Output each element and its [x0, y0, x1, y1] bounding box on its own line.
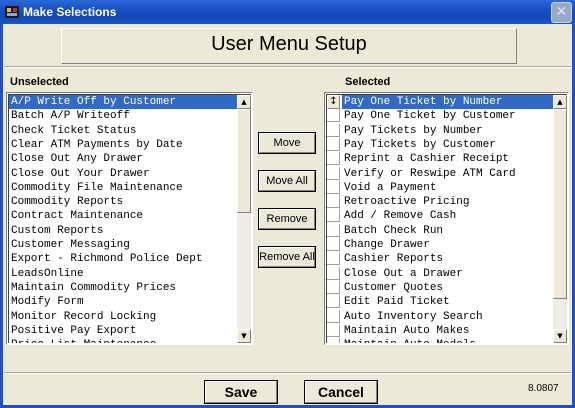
- unselected-label: Unselected: [10, 76, 69, 88]
- list-item[interactable]: Commodity File Maintenance: [9, 181, 237, 195]
- list-item[interactable]: Verify or Reswipe ATM Card: [342, 167, 553, 181]
- title-bar: Make Selections ✕: [0, 0, 575, 24]
- scrollbar[interactable]: ▲ ▼: [237, 95, 251, 343]
- row-checkbox[interactable]: [327, 295, 340, 309]
- list-item[interactable]: Pay Tickets by Customer: [342, 138, 553, 152]
- row-checkbox[interactable]: [327, 252, 340, 266]
- move-all-button[interactable]: Move All: [258, 170, 316, 192]
- list-item[interactable]: Customer Quotes: [342, 281, 553, 295]
- row-checkbox[interactable]: [327, 338, 340, 343]
- list-item[interactable]: Cashier Reports: [342, 252, 553, 266]
- list-item[interactable]: LeadsOnline: [9, 267, 237, 281]
- row-checkbox[interactable]: [327, 152, 340, 166]
- save-button[interactable]: Save: [204, 380, 278, 404]
- list-item[interactable]: Void a Payment: [342, 181, 553, 195]
- selected-list[interactable]: ↕ Pay One Ticket by Number Pay One Ticket …: [324, 92, 569, 345]
- list-item[interactable]: Pay Tickets by Number: [342, 124, 553, 138]
- list-item[interactable]: Customer Messaging: [9, 238, 237, 252]
- footer-divider: [4, 372, 571, 374]
- list-item[interactable]: Close Out Your Drawer: [9, 167, 237, 181]
- list-item[interactable]: Positive Pay Export: [9, 324, 237, 338]
- list-item[interactable]: Export - Richmond Police Dept: [9, 252, 237, 266]
- scroll-thumb[interactable]: [553, 109, 567, 299]
- row-checkbox[interactable]: [327, 323, 340, 337]
- selected-label: Selected: [345, 76, 391, 88]
- list-item[interactable]: Pay One Ticket by Customer: [342, 109, 553, 123]
- page-title: User Menu Setup: [211, 33, 367, 55]
- list-item[interactable]: Close Out Any Drawer: [9, 152, 237, 166]
- scroll-down-button[interactable]: ▼: [553, 329, 567, 343]
- list-item[interactable]: Change Drawer: [342, 238, 553, 252]
- row-checkbox[interactable]: [327, 280, 340, 294]
- remove-button[interactable]: Remove: [258, 208, 316, 230]
- row-checkbox[interactable]: [327, 109, 340, 123]
- close-button[interactable]: ✕: [551, 2, 572, 23]
- row-checkbox[interactable]: [327, 309, 340, 323]
- list-item[interactable]: Commodity Reports: [9, 195, 237, 209]
- row-checkbox[interactable]: [327, 195, 340, 209]
- list-item[interactable]: Add / Remove Cash: [342, 209, 553, 223]
- window-title: Make Selections: [23, 5, 117, 19]
- list-item[interactable]: Contract Maintenance: [9, 209, 237, 223]
- row-checkbox[interactable]: [327, 180, 340, 194]
- list-item[interactable]: Custom Reports: [9, 224, 237, 238]
- unselected-list[interactable]: A/P Write Off by Customer Batch A/P Write…: [6, 92, 253, 345]
- list-item[interactable]: A/P Write Off by Customer: [9, 95, 237, 109]
- list-item[interactable]: Monitor Record Locking: [9, 310, 237, 324]
- row-checkbox[interactable]: [327, 238, 340, 251]
- list-item[interactable]: Close Out a Drawer: [342, 267, 553, 281]
- list-item[interactable]: Edit Paid Ticket: [342, 295, 553, 309]
- row-checkbox[interactable]: [327, 209, 340, 223]
- list-item[interactable]: Maintain Auto Models: [342, 338, 553, 343]
- version-label: 8.0807: [528, 383, 559, 394]
- list-item[interactable]: Check Ticket Status: [9, 124, 237, 138]
- list-item[interactable]: Auto Inventory Search: [342, 310, 553, 324]
- row-checkbox[interactable]: [327, 266, 340, 280]
- sort-icon[interactable]: ↕: [327, 95, 340, 109]
- header-panel: User Menu Setup: [61, 28, 517, 64]
- list-item[interactable]: Maintain Auto Makes: [342, 324, 553, 338]
- scrollbar[interactable]: ▲ ▼: [553, 95, 567, 343]
- row-checkbox[interactable]: [327, 223, 340, 237]
- close-icon: ✕: [555, 4, 568, 20]
- list-item[interactable]: Modify Form: [9, 295, 237, 309]
- scroll-down-button[interactable]: ▼: [237, 329, 251, 343]
- list-item[interactable]: Clear ATM Payments by Date: [9, 138, 237, 152]
- cancel-button[interactable]: Cancel: [304, 380, 378, 404]
- move-button[interactable]: Move: [258, 132, 316, 154]
- app-icon: [5, 6, 19, 18]
- divider: [4, 66, 571, 68]
- scroll-up-button[interactable]: ▲: [553, 95, 567, 109]
- scroll-thumb[interactable]: [237, 109, 251, 213]
- list-item[interactable]: Maintain Commodity Prices: [9, 281, 237, 295]
- row-checkbox[interactable]: [327, 123, 340, 137]
- list-item[interactable]: Price List Maintenance: [9, 338, 237, 343]
- row-checkbox[interactable]: [327, 166, 340, 180]
- list-item[interactable]: Reprint a Cashier Receipt: [342, 152, 553, 166]
- list-item[interactable]: Pay One Ticket by Number: [342, 95, 553, 109]
- scroll-up-button[interactable]: ▲: [237, 95, 251, 109]
- list-item[interactable]: Batch A/P Writeoff: [9, 109, 237, 123]
- list-item[interactable]: Batch Check Run: [342, 224, 553, 238]
- remove-all-button[interactable]: Remove All: [258, 246, 316, 268]
- list-item[interactable]: Retroactive Pricing: [342, 195, 553, 209]
- row-checkbox[interactable]: [327, 137, 340, 151]
